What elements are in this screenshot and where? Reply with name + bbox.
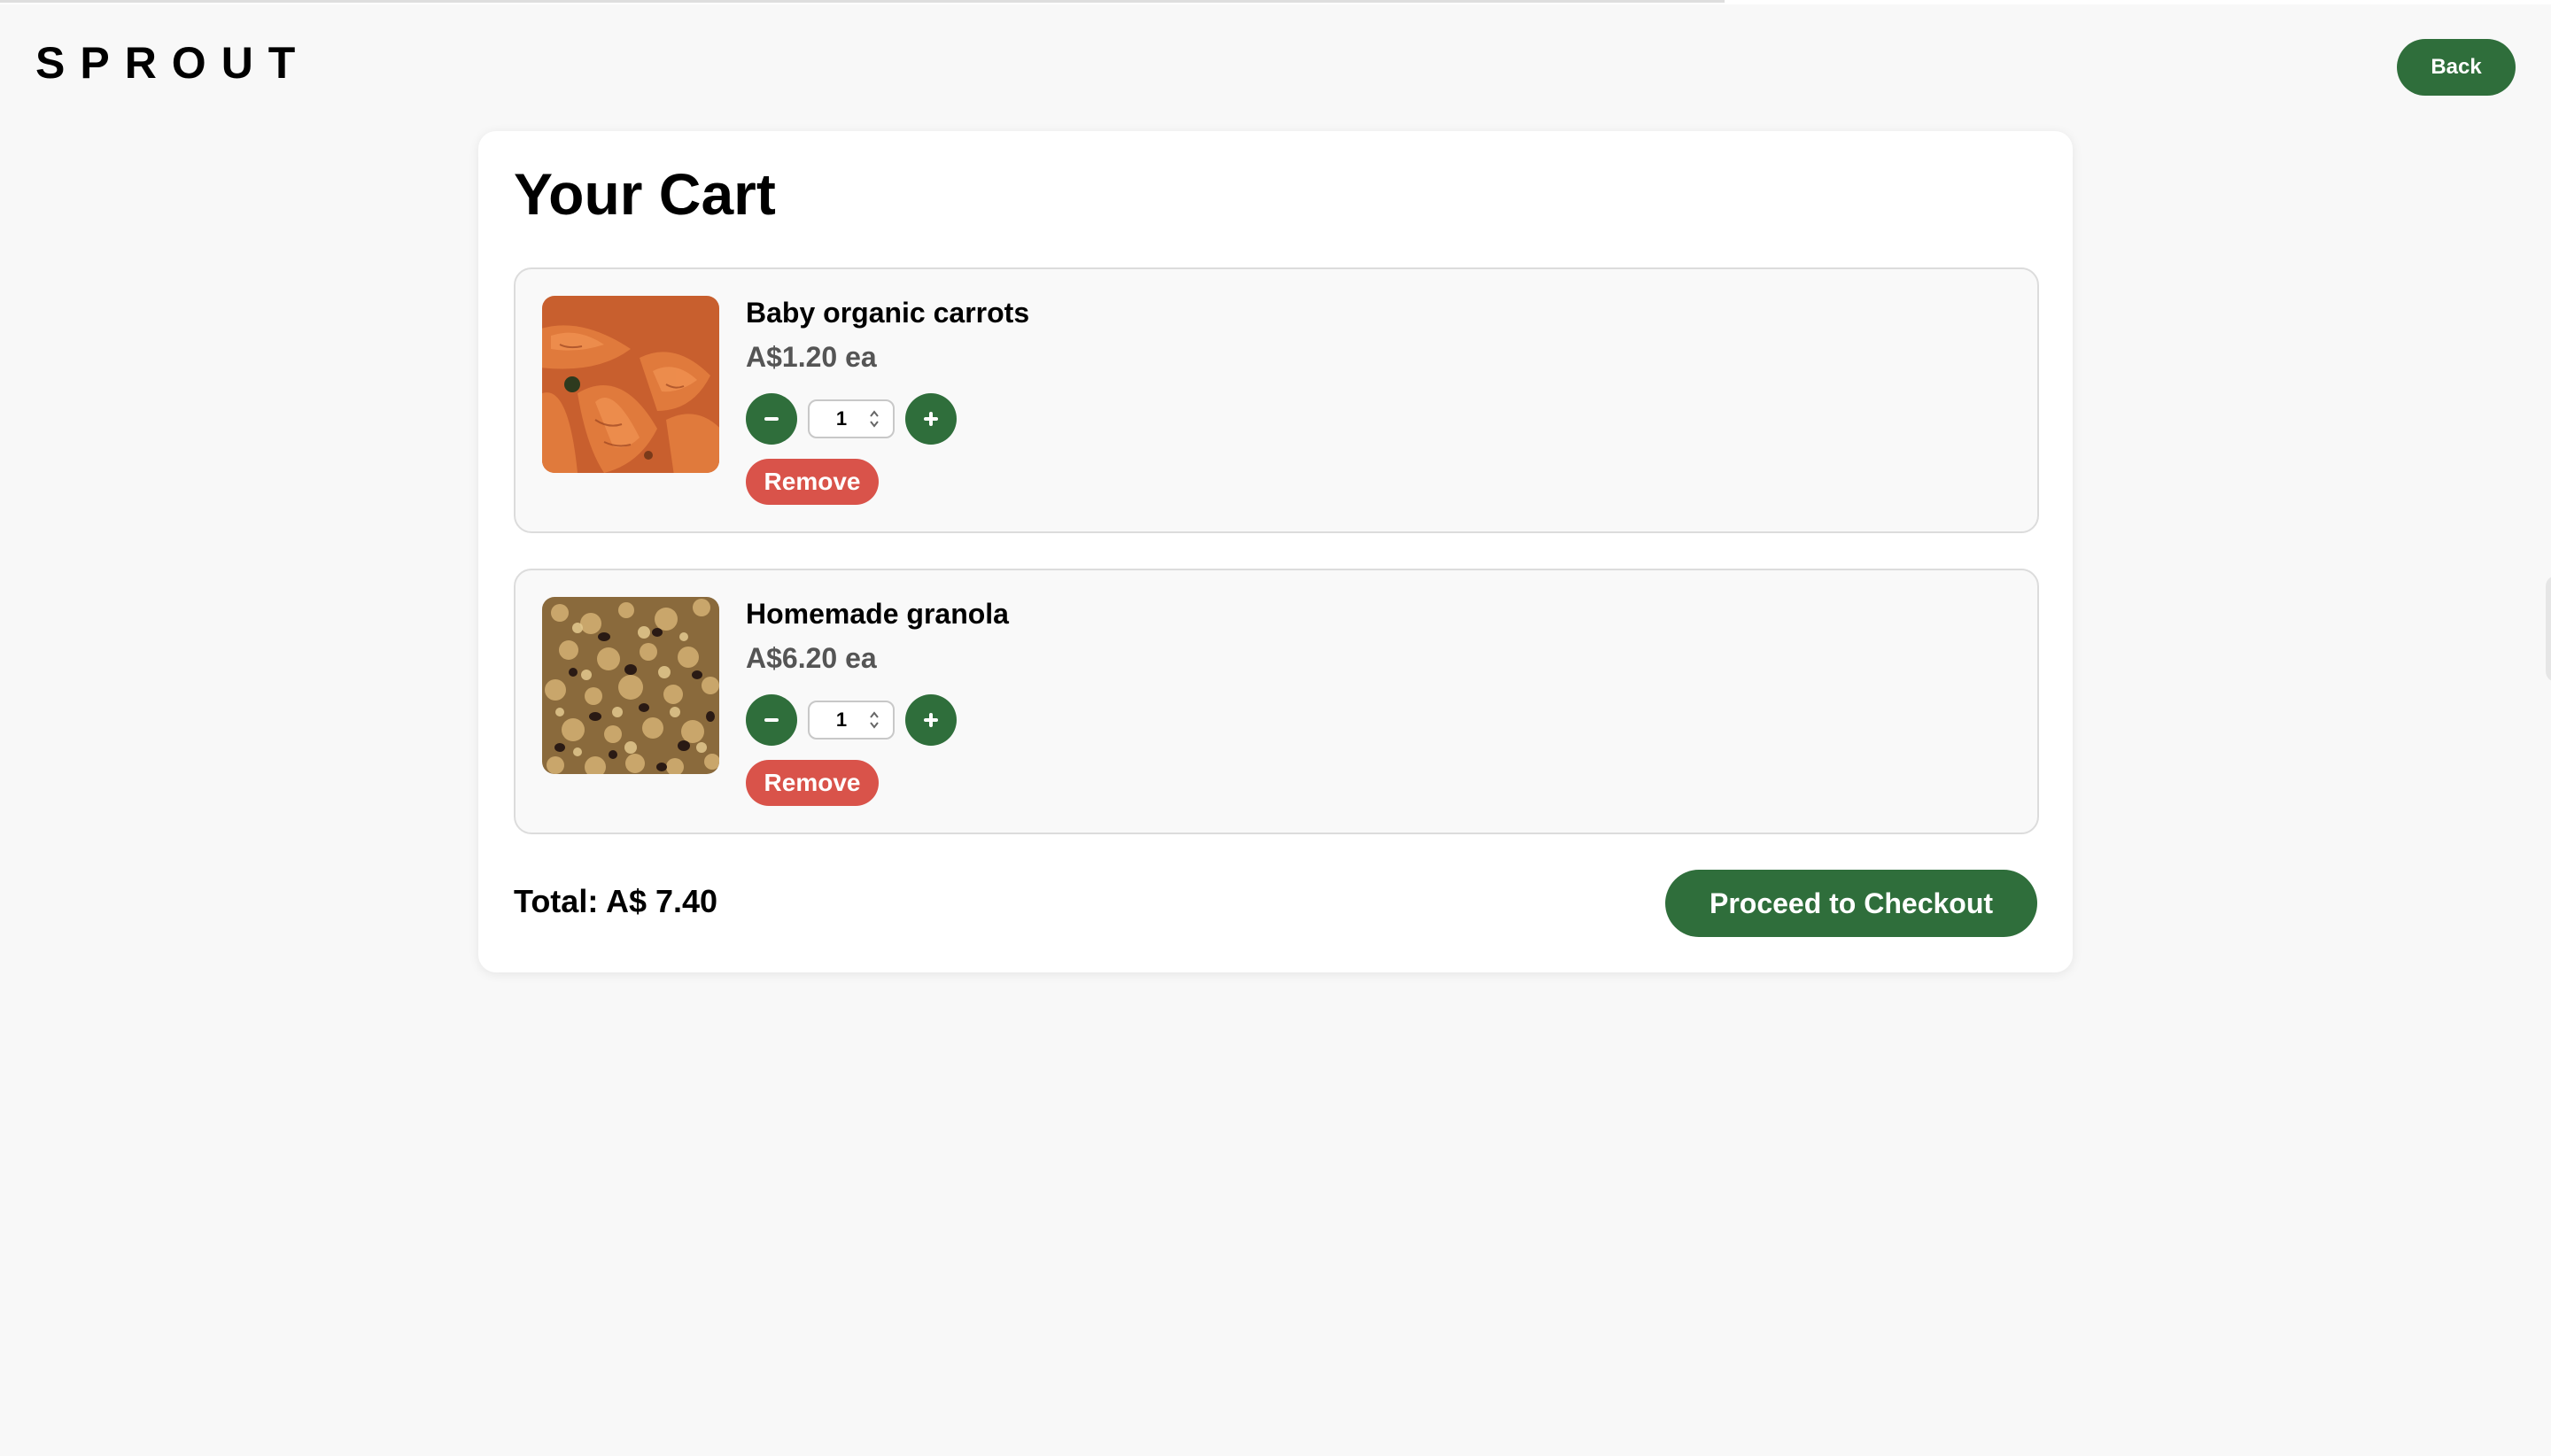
product-price: A$1.20 ea (746, 341, 877, 373)
minus-icon (764, 718, 779, 722)
decrease-quantity-button[interactable] (746, 694, 797, 746)
remove-button[interactable]: Remove (746, 760, 879, 806)
quantity-value: 1 (835, 407, 848, 430)
product-image-granola (542, 597, 719, 774)
increase-quantity-button[interactable] (905, 393, 957, 445)
increase-quantity-button[interactable] (905, 694, 957, 746)
cart-panel: Your Cart Baby organic carrots A$1.20 ea… (478, 131, 2073, 972)
plus-icon-vertical (929, 412, 933, 426)
plus-icon-vertical (929, 713, 933, 727)
progress-fill (0, 0, 1725, 3)
quantity-stepper: 1 (746, 393, 957, 445)
back-button[interactable]: Back (2397, 39, 2516, 96)
page-title: Your Cart (514, 161, 776, 227)
quantity-input[interactable]: 1 (808, 399, 895, 438)
logo: SPROUT (35, 38, 311, 88)
remove-button[interactable]: Remove (746, 459, 879, 505)
top-progress-strip (0, 0, 2551, 4)
product-price: A$6.20 ea (746, 642, 877, 674)
product-image-carrots (542, 296, 719, 473)
product-name: Baby organic carrots (746, 297, 1030, 329)
spinner-arrows-icon[interactable] (868, 407, 880, 431)
side-panel-handle[interactable] (2546, 576, 2551, 682)
product-name: Homemade granola (746, 598, 1009, 630)
quantity-value: 1 (835, 709, 848, 731)
quantity-stepper: 1 (746, 694, 957, 746)
spinner-arrows-icon[interactable] (868, 708, 880, 732)
minus-icon (764, 417, 779, 421)
decrease-quantity-button[interactable] (746, 393, 797, 445)
cart-item: Baby organic carrots A$1.20 ea 1 Remove (514, 267, 2039, 533)
cart-total: Total: A$ 7.40 (514, 883, 718, 919)
cart-item: Homemade granola A$6.20 ea 1 Remove (514, 569, 2039, 834)
checkout-button[interactable]: Proceed to Checkout (1665, 870, 2037, 937)
quantity-input[interactable]: 1 (808, 701, 895, 740)
